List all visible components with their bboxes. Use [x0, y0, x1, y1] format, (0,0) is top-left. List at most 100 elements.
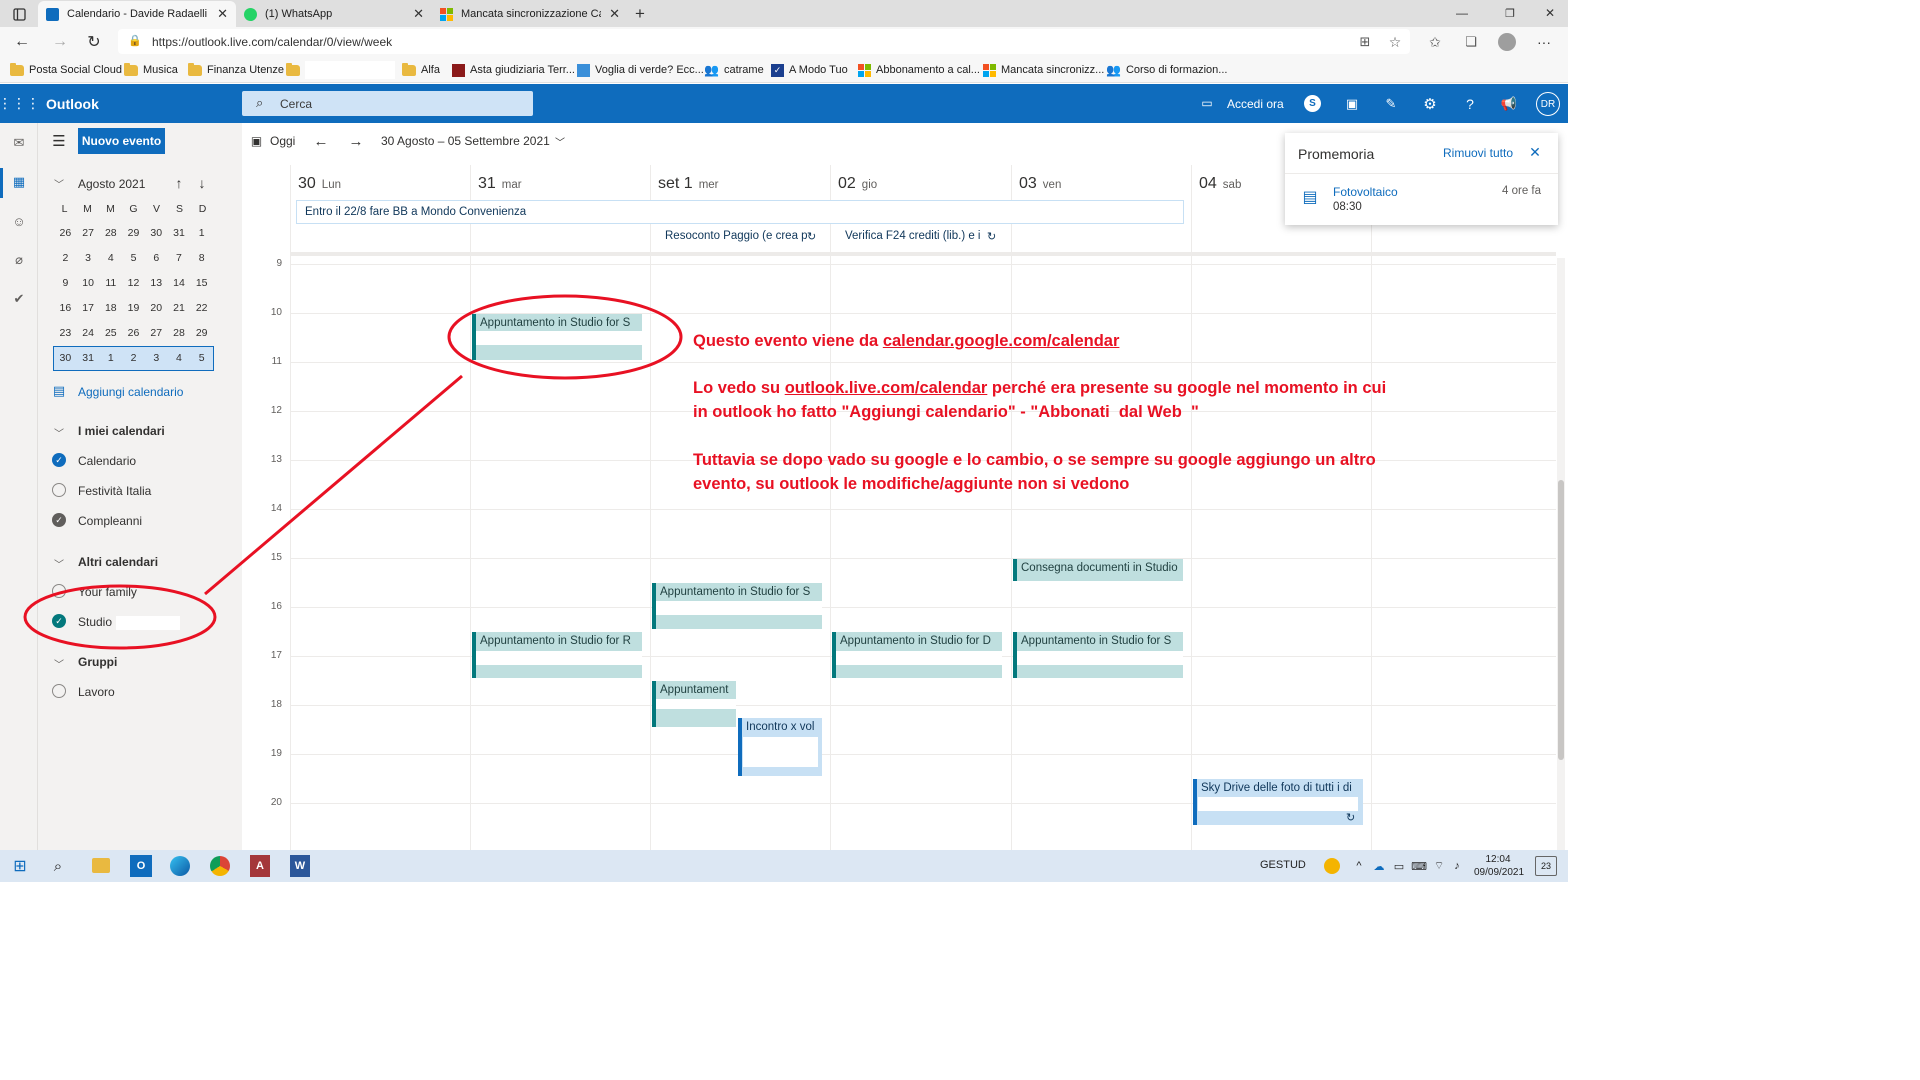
- calendar-item-label[interactable]: Compleanni: [78, 514, 142, 528]
- calendar-group-title[interactable]: Altri calendari: [78, 555, 158, 569]
- todo-icon[interactable]: ✎: [1382, 95, 1400, 112]
- network-icon[interactable]: ▭: [1392, 858, 1406, 874]
- allday-event[interactable]: Verifica F24 crediti (lib.) e i: [845, 230, 985, 246]
- allday-event[interactable]: Resoconto Paggio (e crea p: [665, 230, 821, 246]
- outlook-app-icon[interactable]: O: [130, 855, 152, 877]
- avatar[interactable]: DR: [1536, 92, 1560, 116]
- taskbar-search-icon[interactable]: ⌕: [48, 856, 68, 876]
- mini-day[interactable]: 29: [190, 322, 213, 345]
- close-tab-icon[interactable]: ✕: [609, 6, 620, 22]
- mini-day[interactable]: 3: [77, 247, 100, 270]
- favorite-a-modo-tuo[interactable]: ✓ A Modo Tuo: [771, 57, 848, 83]
- mini-day[interactable]: 15: [190, 272, 213, 295]
- day-header[interactable]: 03 ven: [1011, 165, 1191, 201]
- favorites-icon[interactable]: ✩: [1426, 33, 1444, 51]
- close-tab-icon[interactable]: ✕: [413, 6, 424, 22]
- mini-day[interactable]: 26: [54, 222, 77, 245]
- unchecked-circle-icon[interactable]: [52, 684, 66, 698]
- taskbar-clock[interactable]: 12:04 09/09/2021: [1474, 853, 1524, 879]
- today-button[interactable]: Oggi: [270, 134, 295, 148]
- favorite-mancata-sincronizz[interactable]: Mancata sincronizz...: [983, 57, 1104, 83]
- add-calendar-link[interactable]: Aggiungi calendario: [78, 385, 183, 399]
- favorite-voglia-di-verde[interactable]: Voglia di verde? Ecc...: [577, 57, 704, 83]
- add-favorite-icon[interactable]: ☆: [1386, 33, 1404, 51]
- favorite-finanza-utenze[interactable]: Finanza Utenze: [188, 57, 284, 83]
- mini-day[interactable]: 8: [190, 247, 213, 270]
- favorite-corso-di-formazione[interactable]: 👥 Corso di formazion...: [1106, 57, 1227, 83]
- mini-day-selected[interactable]: 2: [122, 347, 145, 370]
- new-event-button[interactable]: Nuovo evento: [78, 128, 165, 154]
- mini-day[interactable]: 24: [77, 322, 100, 345]
- mini-day[interactable]: 26: [122, 322, 145, 345]
- browser-tab-whatsapp[interactable]: (1) WhatsApp ✕: [236, 1, 432, 27]
- mini-day-selected[interactable]: 31: [77, 347, 100, 370]
- favorite-alfa[interactable]: Alfa: [402, 57, 440, 83]
- mini-day[interactable]: 20: [145, 297, 168, 320]
- notifications-icon[interactable]: 23: [1535, 856, 1557, 876]
- mini-day[interactable]: 27: [145, 322, 168, 345]
- dismiss-all-button[interactable]: Rimuovi tutto: [1443, 146, 1513, 160]
- checked-circle-icon[interactable]: ✓: [52, 614, 66, 628]
- access-app-icon[interactable]: A: [250, 855, 270, 877]
- mini-day[interactable]: 17: [77, 297, 100, 320]
- mini-day[interactable]: 4: [99, 247, 122, 270]
- previous-month-icon[interactable]: ↑: [171, 175, 187, 191]
- close-reminder-icon[interactable]: ✕: [1527, 144, 1543, 160]
- new-tab-icon[interactable]: +: [630, 4, 650, 24]
- mini-day[interactable]: 1: [190, 222, 213, 245]
- group-collapse-chevron-icon[interactable]: ﹀: [52, 556, 66, 571]
- word-app-icon[interactable]: W: [290, 855, 310, 877]
- collections-icon[interactable]: ❏: [1462, 33, 1480, 51]
- mail-icon[interactable]: ✉: [10, 135, 28, 151]
- search-input[interactable]: ⌕ Cerca: [242, 91, 533, 116]
- mini-day[interactable]: 13: [145, 272, 168, 295]
- calendar-item-label[interactable]: Calendario: [78, 454, 136, 468]
- allday-event[interactable]: Entro il 22/8 fare BB a Mondo Convenienz…: [296, 200, 1184, 224]
- favorite-catrame[interactable]: 👥 catrame: [704, 57, 764, 83]
- wifi-icon[interactable]: ⌔: [1432, 858, 1446, 874]
- unchecked-circle-icon[interactable]: [52, 584, 66, 598]
- edge-browser-icon[interactable]: [170, 856, 190, 876]
- close-tab-icon[interactable]: ✕: [217, 6, 228, 22]
- reminder-event-title[interactable]: Fotovoltaico: [1333, 185, 1398, 199]
- weather-icon[interactable]: [1324, 858, 1340, 874]
- favorite-blank-folder[interactable]: [286, 57, 395, 83]
- mini-day-selected[interactable]: 30: [54, 347, 77, 370]
- mini-day[interactable]: 10: [77, 272, 100, 295]
- back-icon[interactable]: ←: [12, 32, 32, 52]
- next-month-icon[interactable]: ↓: [194, 175, 210, 191]
- attachment-icon[interactable]: ⌀: [10, 252, 28, 268]
- mini-day[interactable]: 11: [99, 272, 122, 295]
- mini-day[interactable]: 12: [122, 272, 145, 295]
- mini-day-selected[interactable]: 1: [99, 347, 122, 370]
- mini-day[interactable]: 28: [99, 222, 122, 245]
- close-window-icon[interactable]: ✕: [1540, 3, 1560, 23]
- mini-day[interactable]: 9: [54, 272, 77, 295]
- favorite-asta-giudiziaria[interactable]: Asta giudiziaria Terr...: [452, 57, 575, 83]
- feedback-icon[interactable]: 📢: [1500, 95, 1518, 112]
- mini-day-selected[interactable]: 3: [145, 347, 168, 370]
- meet-now-button[interactable]: Accedi ora: [1227, 97, 1284, 111]
- apps-icon[interactable]: ⊞: [1356, 33, 1374, 51]
- help-icon[interactable]: ?: [1461, 95, 1479, 112]
- calendar-item-label[interactable]: Lavoro: [78, 685, 115, 699]
- office-icon[interactable]: ▣: [1343, 95, 1361, 112]
- app-name[interactable]: Outlook: [46, 96, 99, 112]
- settings-gear-icon[interactable]: ⚙: [1421, 95, 1439, 113]
- app-launcher-icon[interactable]: ⋮⋮⋮: [0, 94, 40, 112]
- profile-avatar-icon[interactable]: [1498, 33, 1516, 51]
- chrome-icon[interactable]: [210, 856, 230, 876]
- mini-day[interactable]: 29: [122, 222, 145, 245]
- skype-icon[interactable]: S: [1304, 95, 1321, 112]
- group-collapse-chevron-icon[interactable]: ﹀: [52, 656, 66, 671]
- forward-icon[interactable]: →: [50, 32, 70, 52]
- day-header[interactable]: set 1 mer: [650, 165, 830, 201]
- url-bar[interactable]: 🔒 https://outlook.live.com/calendar/0/vi…: [118, 29, 1410, 54]
- hamburger-menu-icon[interactable]: ☰: [50, 133, 68, 150]
- mini-day[interactable]: 23: [54, 322, 77, 345]
- scrollbar-thumb[interactable]: [1558, 480, 1564, 760]
- mini-day[interactable]: 31: [168, 222, 191, 245]
- mini-day[interactable]: 28: [168, 322, 191, 345]
- mini-day-selected[interactable]: 4: [168, 347, 191, 370]
- more-menu-icon[interactable]: ···: [1535, 33, 1553, 51]
